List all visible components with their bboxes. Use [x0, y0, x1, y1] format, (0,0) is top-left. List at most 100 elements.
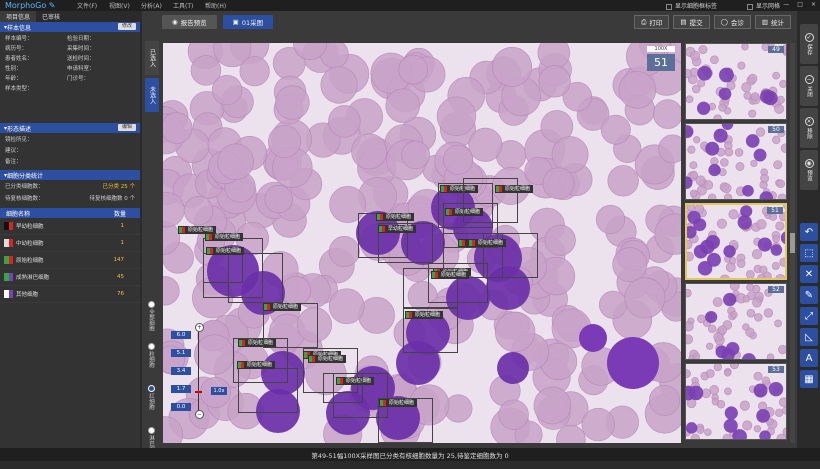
statistics-button[interactable]: ▥ 统计 [754, 15, 791, 29]
red-blood-cell [211, 74, 243, 106]
thumbnail[interactable]: 52 [685, 283, 787, 360]
thumbnail-image [686, 124, 786, 199]
nucleated-cell[interactable] [497, 352, 529, 384]
undo-icon[interactable]: ↶ [800, 223, 818, 241]
menu-help[interactable]: 帮助(H) [205, 1, 237, 10]
table-row[interactable]: 其他细胞 76 [0, 286, 140, 303]
cell-label[interactable]: 原始粒细胞 [376, 213, 415, 221]
red-blood-cell [498, 399, 529, 430]
maximize-button[interactable]: □ [797, 1, 803, 8]
cell-bounding-box[interactable] [323, 373, 363, 403]
thumbnail[interactable]: 50 [685, 123, 787, 200]
close-button[interactable]: − 关闭 [800, 66, 818, 106]
menu-view[interactable]: 视图(V) [109, 1, 141, 10]
cell-label[interactable]: 原始粒细胞 [206, 247, 245, 255]
red-blood-cell [780, 143, 786, 154]
text-icon[interactable]: A [800, 349, 818, 367]
thumbnail-scrollbar[interactable] [790, 43, 795, 443]
magic-wand-icon[interactable]: ⤢ [800, 307, 818, 325]
pen-icon[interactable]: ✎ [800, 286, 818, 304]
red-blood-cell [723, 193, 733, 199]
consult-button[interactable]: ◯ 会诊 [713, 15, 751, 29]
cell-label[interactable]: 原始粒细胞 [308, 355, 347, 363]
table-row[interactable]: 成熟淋巴细胞 45 [0, 269, 140, 286]
select-box-icon[interactable]: ⬚ [800, 244, 818, 262]
filter-all[interactable]: 全部细胞 [144, 301, 158, 339]
red-blood-cell [544, 224, 576, 256]
table-row[interactable]: 原始粒细胞 147 [0, 252, 140, 269]
cell-label[interactable]: 原始粒细胞 [263, 303, 302, 311]
report-icon: ◉ [172, 18, 178, 26]
thumbnail-selected[interactable]: 51 [685, 203, 787, 280]
red-blood-cell [267, 125, 302, 159]
cell-bounding-box[interactable] [203, 253, 243, 283]
red-blood-cell [320, 66, 358, 104]
cell-label[interactable]: 早幼粒细胞 [378, 225, 417, 233]
left-panel: 项目信息 已审核 ▾ 样本信息 修改 样本编号： 检验日期： 病历号： 采集时间… [0, 11, 140, 448]
filter-granulocyte[interactable]: 粒细胞 [144, 343, 158, 381]
red-blood-cell [712, 297, 723, 307]
filter-erythrocyte[interactable]: 红细胞 [144, 385, 158, 423]
remove-button[interactable]: × 移除 [800, 108, 818, 148]
red-blood-cell [741, 44, 749, 51]
thumbnail[interactable]: 53 [685, 363, 787, 440]
color-swatch [4, 273, 13, 281]
zoom-knob[interactable] [195, 391, 202, 393]
red-blood-cell [777, 193, 786, 199]
tab-project-info[interactable]: 项目信息 [0, 11, 37, 22]
microscope-image[interactable]: 原始粒细胞 原始粒细胞 原始粒细胞 早幼粒细胞 原始粒细胞 原始粒细胞 原始粒细胞 原始粒细胞… [163, 43, 681, 443]
red-blood-cell [697, 79, 706, 88]
close-window-button[interactable]: × [811, 1, 816, 8]
checkbox-icon[interactable] [665, 3, 672, 10]
cell-label[interactable]: 原始粒细胞 [205, 233, 244, 241]
menu-tools[interactable]: 工具(T) [173, 1, 205, 10]
zoom-slider[interactable]: + 6.0 5.1 3.4 1.7 0.0 1.0x − [171, 323, 231, 423]
delete-icon[interactable]: ✕ [800, 265, 818, 283]
show-labels-option[interactable]: 显示细胞框标签 [665, 1, 717, 10]
table-header: 细胞名称 数量 [0, 208, 140, 218]
cell-label[interactable]: 原始粒细胞 [495, 185, 534, 193]
tab-unselected[interactable]: 未选入 [145, 78, 159, 112]
cell-label[interactable]: 原始粒细胞 [237, 361, 276, 369]
edit-sample-button[interactable]: 修改 [117, 23, 136, 30]
cell-label[interactable]: 原始粒细胞 [405, 311, 444, 319]
red-blood-cell [774, 408, 784, 417]
menu-file[interactable]: 文件(F) [77, 1, 109, 10]
save-button[interactable]: ✓ 保存 [800, 24, 818, 64]
cell-label[interactable]: 原始粒细胞 [178, 226, 217, 234]
tab-capture[interactable]: ▣ 01采图 [222, 15, 274, 29]
show-grid-option[interactable]: 显示网格 [746, 1, 780, 10]
grid-icon[interactable]: ▦ [800, 370, 818, 388]
zoom-in-icon[interactable]: + [195, 323, 204, 332]
tab-reviewed[interactable]: 已审核 [36, 11, 66, 22]
submit-button[interactable]: ▤ 提交 [673, 15, 710, 29]
red-blood-cell [774, 319, 782, 328]
red-blood-cell [705, 369, 715, 378]
cell-count: 147 [113, 257, 125, 263]
table-row[interactable]: 早幼粒细胞 1 [0, 218, 140, 235]
red-blood-cell [401, 140, 430, 170]
thumbnail[interactable]: 49 [685, 43, 787, 120]
cell-count: 76 [117, 291, 124, 297]
red-blood-cell [775, 273, 785, 278]
red-blood-cell [721, 183, 732, 194]
tab-report-preview[interactable]: ◉ 报告预览 [162, 15, 217, 29]
checkbox-icon[interactable] [746, 3, 753, 10]
red-blood-cell [717, 325, 728, 335]
cell-bounding-box[interactable] [238, 368, 298, 413]
edit-result-button[interactable]: 编辑 [117, 124, 136, 131]
preview-button[interactable]: ◉ 预览 [800, 150, 818, 190]
cell-label[interactable]: 原始粒细胞 [468, 239, 507, 247]
red-blood-cell [772, 135, 781, 145]
table-row[interactable]: 中幼粒细胞 1 [0, 235, 140, 252]
menu-analyze[interactable]: 分析(A) [141, 1, 173, 10]
cell-label[interactable]: 原始粒细胞 [379, 399, 418, 407]
red-blood-cell [690, 433, 700, 439]
cell-label[interactable]: 原始粒细胞 [431, 271, 470, 279]
red-blood-cell [436, 96, 477, 136]
tab-selected[interactable]: 已选入 [145, 41, 159, 75]
print-button[interactable]: ⎙ 打印 [634, 15, 670, 29]
ruler-icon[interactable]: ◺ [800, 328, 818, 346]
minimize-button[interactable]: — [783, 1, 789, 8]
zoom-out-icon[interactable]: − [195, 410, 204, 419]
